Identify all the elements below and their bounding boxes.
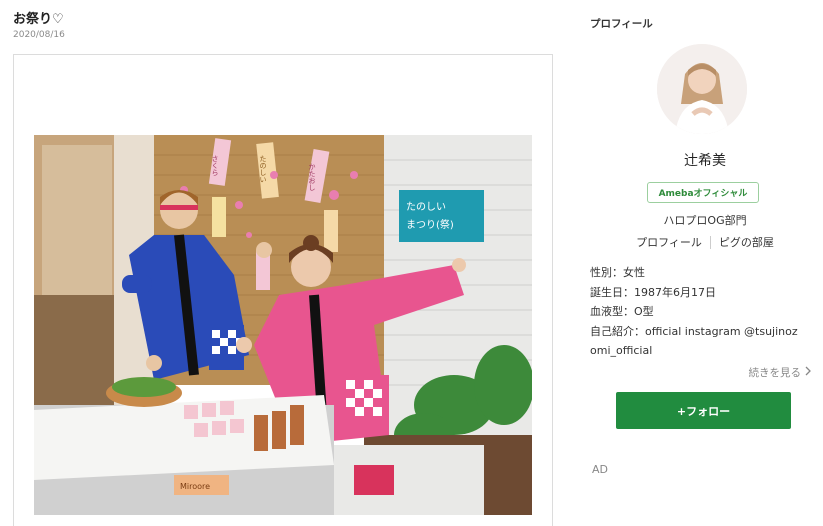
profile-gender: 性別：女性 <box>590 266 645 279</box>
follow-button[interactable]: +フォロー <box>616 392 791 429</box>
post-photo[interactable]: さくら たのしい かたおし たのしい まつり(祭) Miroore <box>34 135 532 515</box>
banner-text-line1: たのしい <box>406 201 446 213</box>
post-title[interactable]: お祭り♡ <box>13 8 64 27</box>
ad-label: AD <box>592 463 608 476</box>
profile-intro-line1: 自己紹介：official instagram @tsujinoz <box>590 324 798 338</box>
profile-blood-type: 血液型：O型 <box>590 305 654 318</box>
stall-sign-text: Miroore <box>180 482 210 491</box>
profile-links: プロフィール ピグの部屋 <box>590 234 820 250</box>
profile-intro-line2: omi_official <box>590 344 653 357</box>
official-badge: Amebaオフィシャル <box>647 182 759 203</box>
tanzaku-text-3: かたおし <box>308 163 316 191</box>
tanzaku-text-1: さくら <box>211 155 219 176</box>
chevron-right-icon <box>805 366 812 379</box>
link-divider <box>709 235 711 249</box>
profile-name[interactable]: 辻希美 <box>590 150 820 170</box>
post-date: 2020/08/16 <box>13 30 65 40</box>
pig-room-link[interactable]: ピグの部屋 <box>719 234 774 250</box>
read-more-label: 続きを見る <box>748 367 802 379</box>
profile-details: 性別：女性 誕生日：1987年6月17日 血液型：O型 自己紹介：officia… <box>590 263 820 361</box>
tanzaku-text-2: たのしい <box>259 155 267 183</box>
banner-text-line2: まつり(祭) <box>406 219 454 231</box>
profile-group[interactable]: ハロプロOG部門 <box>590 212 820 228</box>
photo-card: さくら たのしい かたおし たのしい まつり(祭) Miroore <box>13 54 553 526</box>
avatar[interactable] <box>657 44 747 134</box>
profile-birthday: 誕生日：1987年6月17日 <box>590 285 716 299</box>
profile-sidebar: プロフィール 辻希美 Amebaオフィシャル ハロプロOG部門 プロフィール ピ… <box>590 0 820 526</box>
read-more-link[interactable]: 続きを見る <box>749 365 813 380</box>
sidebar-heading: プロフィール <box>590 18 653 30</box>
profile-link[interactable]: プロフィール <box>636 234 702 250</box>
